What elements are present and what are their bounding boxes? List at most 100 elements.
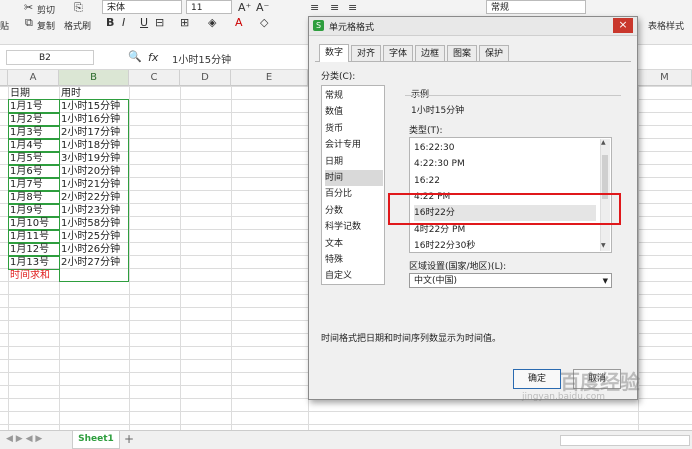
category-item[interactable]: 会计专用 — [325, 137, 383, 153]
cell-date[interactable]: 1月4号 — [8, 138, 60, 153]
font-size-select[interactable]: 11 — [186, 0, 232, 14]
cell-duration[interactable]: 3小时19分钟 — [60, 152, 128, 165]
name-box[interactable]: B2 — [6, 50, 94, 65]
corner-header[interactable] — [0, 70, 8, 86]
category-item[interactable]: 百分比 — [325, 186, 383, 202]
tab-number[interactable]: 数字 — [319, 44, 349, 62]
cell-duration[interactable]: 1小时26分钟 — [60, 243, 128, 256]
horizontal-scrollbar[interactable] — [560, 435, 690, 446]
strikethrough-icon[interactable]: ⊟ — [155, 17, 164, 29]
cell-date[interactable]: 1月5号 — [8, 151, 60, 166]
scroll-down-icon[interactable]: ▼ — [601, 242, 606, 249]
tab-pattern[interactable]: 图案 — [447, 45, 477, 61]
cell-date[interactable]: 时间求和 — [9, 269, 59, 282]
column-header-c[interactable]: C — [129, 70, 180, 86]
tab-nav-arrows-icon[interactable]: ◀ ▶ ◀ ▶ — [6, 434, 42, 444]
dialog-title-bar[interactable]: S 单元格格式 × — [309, 17, 637, 36]
font-name-select[interactable]: 宋体 — [102, 0, 182, 14]
chevron-down-icon[interactable]: ▼ — [603, 274, 608, 288]
align-center-icon[interactable]: ≡ — [330, 2, 339, 14]
type-item[interactable]: 16时22分30秒 — [414, 238, 596, 252]
tab-protection[interactable]: 保护 — [479, 45, 509, 61]
increase-font-icon[interactable]: A⁺ — [238, 2, 251, 14]
cell-date[interactable]: 1月11号 — [8, 229, 60, 244]
cell-duration[interactable]: 1小时23分钟 — [60, 204, 128, 217]
column-header-m[interactable]: M — [638, 70, 692, 86]
formula-input[interactable]: 1小时15分钟 — [172, 51, 231, 66]
column-header-d[interactable]: D — [180, 70, 231, 86]
decrease-font-icon[interactable]: A⁻ — [256, 2, 269, 14]
fx-icon[interactable]: fx — [148, 51, 158, 64]
category-item[interactable]: 常规 — [325, 88, 383, 104]
border-icon[interactable]: ⊞ — [180, 17, 189, 29]
column-header-e[interactable]: E — [231, 70, 308, 86]
table-style-button[interactable]: 表格样式 — [648, 19, 684, 32]
tab-alignment[interactable]: 对齐 — [351, 45, 381, 61]
cell-date[interactable]: 1月3号 — [8, 125, 60, 140]
cell-duration[interactable]: 1小时25分钟 — [60, 230, 128, 243]
header-cell-duration[interactable]: 用时 — [60, 87, 128, 100]
locale-select[interactable]: 中文(中国) ▼ — [409, 273, 612, 288]
type-item[interactable]: 4:22:30 PM — [414, 156, 596, 172]
type-item[interactable]: 16:22:30 — [414, 140, 596, 156]
cell-duration[interactable]: 2小时22分钟 — [60, 191, 128, 204]
column-header-b[interactable]: B — [59, 70, 129, 86]
cell-date[interactable]: 1月7号 — [8, 177, 60, 192]
ok-button[interactable]: 确定 — [513, 369, 561, 389]
cell-duration[interactable]: 1小时21分钟 — [60, 178, 128, 191]
tab-border[interactable]: 边框 — [415, 45, 445, 61]
cell-date[interactable]: 1月13号 — [8, 255, 60, 270]
cell-date[interactable]: 1月6号 — [8, 164, 60, 179]
cut-button[interactable]: 剪切 — [37, 3, 55, 16]
clear-format-icon[interactable]: ◇ — [260, 17, 268, 29]
category-item[interactable]: 科学记数 — [325, 219, 383, 235]
cell-duration[interactable]: 2小时17分钟 — [60, 126, 128, 139]
cell-date[interactable]: 1月10号 — [8, 216, 60, 231]
underline-icon[interactable]: U — [140, 17, 148, 29]
align-left-icon[interactable]: ≡ — [310, 2, 319, 14]
cell-date[interactable]: 1月2号 — [8, 112, 60, 127]
align-right-icon[interactable]: ≡ — [348, 2, 357, 14]
cell-duration[interactable]: 1小时58分钟 — [60, 217, 128, 230]
cell-date[interactable]: 1月1号 — [8, 99, 60, 114]
category-item[interactable]: 特殊 — [325, 252, 383, 268]
type-item[interactable]: 16:22 — [414, 173, 596, 189]
scroll-up-icon[interactable]: ▲ — [601, 139, 606, 146]
header-cell-date[interactable]: 日期 — [9, 87, 59, 100]
category-item[interactable]: 时间 — [325, 170, 383, 186]
cell-date[interactable]: 1月8号 — [8, 190, 60, 205]
zoom-icon[interactable]: 🔍 — [128, 51, 142, 63]
cell-date[interactable]: 1月12号 — [8, 242, 60, 257]
number-format-select[interactable]: 常规 — [486, 0, 586, 14]
font-color-icon[interactable]: A — [235, 17, 243, 29]
category-item[interactable]: 日期 — [325, 154, 383, 170]
cell-date[interactable]: 1月9号 — [8, 203, 60, 218]
row-gridline — [0, 424, 692, 425]
cell-duration[interactable]: 1小时15分钟 — [60, 100, 128, 113]
format-painter-button[interactable]: 格式刷 — [64, 19, 91, 32]
scissors-icon[interactable]: ✂ — [24, 2, 33, 14]
bold-icon[interactable]: B — [106, 17, 114, 29]
cell-duration[interactable]: 1小时18分钟 — [60, 139, 128, 152]
category-list[interactable]: 常规 数值 货币 会计专用 日期 时间 百分比 分数 科学记数 文本 特殊 自定义 — [321, 85, 385, 285]
category-item[interactable]: 货币 — [325, 121, 383, 137]
category-item[interactable]: 数值 — [325, 104, 383, 120]
italic-icon[interactable]: I — [122, 17, 125, 29]
cell-duration[interactable] — [60, 269, 128, 282]
paste-icon[interactable]: ⎘ — [74, 2, 83, 14]
fill-color-icon[interactable]: ◈ — [208, 17, 216, 29]
cell-duration[interactable]: 2小时27分钟 — [60, 256, 128, 269]
tab-font[interactable]: 字体 — [383, 45, 413, 61]
category-item[interactable]: 自定义 — [325, 268, 383, 284]
cell-duration[interactable]: 1小时16分钟 — [60, 113, 128, 126]
sheet-tab-sheet1[interactable]: Sheet1 — [72, 431, 120, 449]
add-sheet-icon[interactable]: + — [124, 432, 134, 446]
category-item[interactable]: 分数 — [325, 203, 383, 219]
cell-duration[interactable]: 1小时20分钟 — [60, 165, 128, 178]
close-icon[interactable]: × — [613, 18, 633, 33]
copy-icon[interactable]: ⧉ — [25, 17, 33, 29]
paste-button-label[interactable]: 贴 — [0, 19, 9, 32]
copy-button[interactable]: 复制 — [37, 19, 55, 32]
category-item[interactable]: 文本 — [325, 236, 383, 252]
column-header-a[interactable]: A — [8, 70, 59, 86]
